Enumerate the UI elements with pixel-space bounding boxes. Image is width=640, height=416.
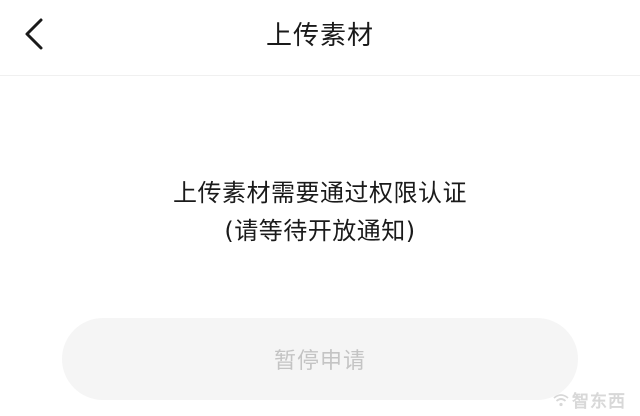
wifi-signal-icon bbox=[553, 393, 569, 406]
watermark-logo: 智东西 bbox=[553, 387, 626, 412]
pause-application-label: 暂停申请 bbox=[273, 349, 366, 374]
top-nav-bar: 上传素材 bbox=[0, 0, 640, 76]
permission-message: 上传素材需要通过权限认证 (请等待开放通知) bbox=[0, 176, 640, 248]
watermark-text: 智东西 bbox=[572, 392, 626, 412]
wait-notice-text: (请等待开放通知) bbox=[224, 217, 416, 245]
pause-application-button[interactable]: 暂停申请 bbox=[62, 318, 578, 400]
upload-material-page: 上传素材 上传素材需要通过权限认证 (请等待开放通知) 暂停申请 智东西 bbox=[0, 0, 640, 416]
page-title: 上传素材 bbox=[265, 21, 374, 51]
permission-message-text: 上传素材需要通过权限认证 bbox=[173, 179, 467, 207]
